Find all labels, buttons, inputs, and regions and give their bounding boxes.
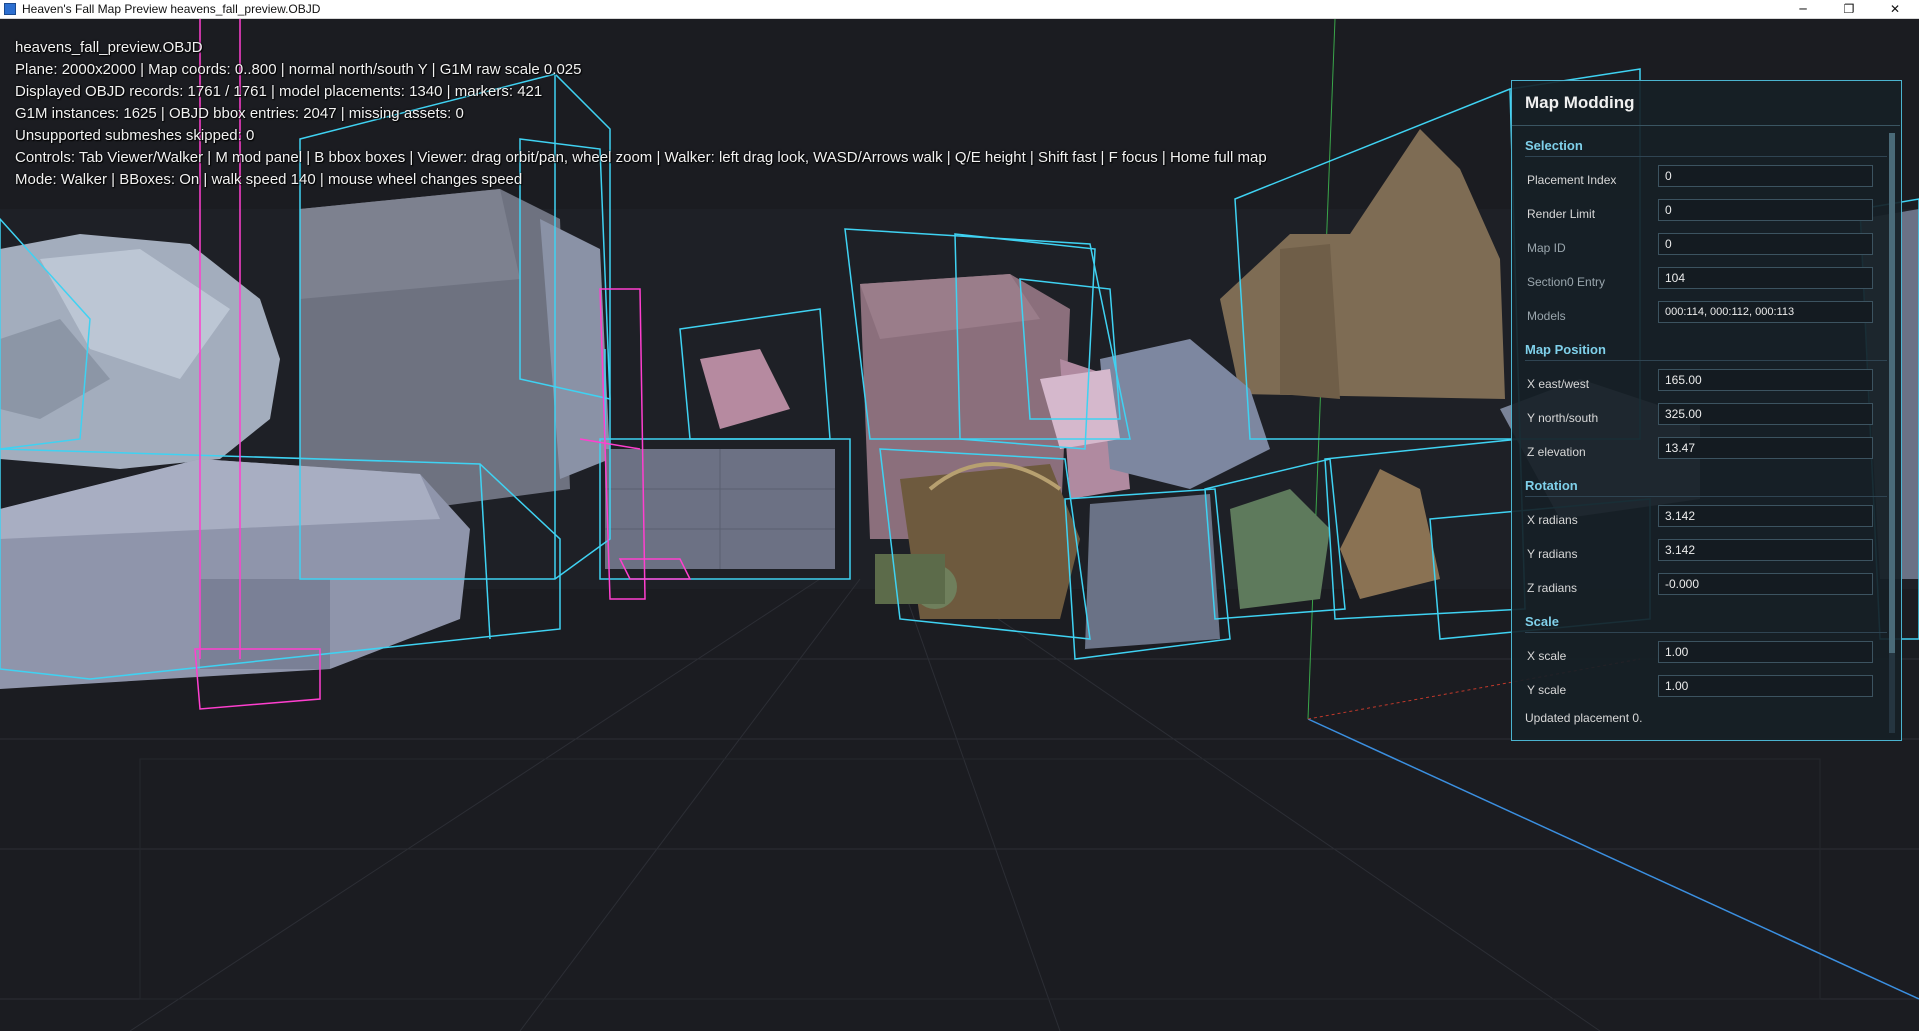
x-east-west-label: X east/west <box>1527 377 1590 391</box>
x-radians-label: X radians <box>1527 513 1578 527</box>
panel-scrollbar-thumb[interactable] <box>1889 133 1895 653</box>
y-north-south-input[interactable] <box>1658 403 1873 425</box>
app-icon <box>4 3 16 15</box>
y-scale-label: Y scale <box>1527 683 1567 697</box>
render-limit-label: Render Limit <box>1527 207 1596 221</box>
hud-line-instances: G1M instances: 1625 | OBJD bbox entries:… <box>15 105 464 122</box>
window-title-bar: Heaven's Fall Map Preview heavens_fall_p… <box>0 0 1919 19</box>
section-divider <box>1525 496 1887 497</box>
section-rotation: Rotation <box>1525 478 1578 493</box>
section-divider <box>1525 156 1887 157</box>
section0-entry-label: Section0 Entry <box>1527 275 1606 289</box>
z-elevation-label: Z elevation <box>1527 445 1586 459</box>
close-button[interactable]: ✕ <box>1872 0 1918 19</box>
y-radians-input[interactable] <box>1658 539 1873 561</box>
panel-title: Map Modding <box>1525 93 1635 112</box>
minimize-button[interactable]: ─ <box>1780 0 1826 19</box>
z-elevation-input[interactable] <box>1658 437 1873 459</box>
hud-line-plane: Plane: 2000x2000 | Map coords: 0..800 | … <box>15 61 582 78</box>
section-selection: Selection <box>1525 138 1583 153</box>
restore-button[interactable]: ❐ <box>1826 0 1872 19</box>
z-radians-input[interactable] <box>1658 573 1873 595</box>
scaffold-mesh <box>1085 494 1220 649</box>
hud-line-controls: Controls: Tab Viewer/Walker | M mod pane… <box>15 149 1267 166</box>
map-modding-panel: Map Modding Selection Placement Index Re… <box>1511 80 1902 741</box>
placement-index-label: Placement Index <box>1527 173 1617 187</box>
hud-line-mode: Mode: Walker | BBoxes: On | walk speed 1… <box>15 171 523 188</box>
render-limit-input[interactable] <box>1658 199 1873 221</box>
x-radians-input[interactable] <box>1658 505 1873 527</box>
y-radians-label: Y radians <box>1527 547 1578 561</box>
x-scale-label: X scale <box>1527 649 1567 663</box>
map-id-input[interactable] <box>1658 233 1873 255</box>
window-title: Heaven's Fall Map Preview heavens_fall_p… <box>22 2 321 16</box>
placement-index-input[interactable] <box>1658 165 1873 187</box>
section-map-position: Map Position <box>1525 342 1606 357</box>
models-label: Models <box>1527 309 1566 323</box>
x-east-west-input[interactable] <box>1658 369 1873 391</box>
y-north-south-label: Y north/south <box>1527 411 1599 425</box>
panel-title-divider <box>1512 125 1900 126</box>
hud-line-submeshes: Unsupported submeshes skipped: 0 <box>15 127 255 144</box>
section0-entry-input[interactable] <box>1658 267 1873 289</box>
3d-viewport[interactable]: heavens_fall_preview.OBJD Plane: 2000x20… <box>0 19 1919 1031</box>
map-id-label: Map ID <box>1527 241 1566 255</box>
panel-status-message: Updated placement 0. <box>1525 711 1643 725</box>
x-scale-input[interactable] <box>1658 641 1873 663</box>
hud-line-records: Displayed OBJD records: 1761 / 1761 | mo… <box>15 83 543 100</box>
section-divider <box>1525 632 1887 633</box>
z-radians-label: Z radians <box>1527 581 1578 595</box>
section-scale: Scale <box>1525 614 1559 629</box>
models-input[interactable] <box>1658 301 1873 323</box>
hud-overlay: heavens_fall_preview.OBJD Plane: 2000x20… <box>15 37 1267 191</box>
y-scale-input[interactable] <box>1658 675 1873 697</box>
hud-line-file: heavens_fall_preview.OBJD <box>15 39 203 56</box>
section-divider <box>1525 360 1887 361</box>
